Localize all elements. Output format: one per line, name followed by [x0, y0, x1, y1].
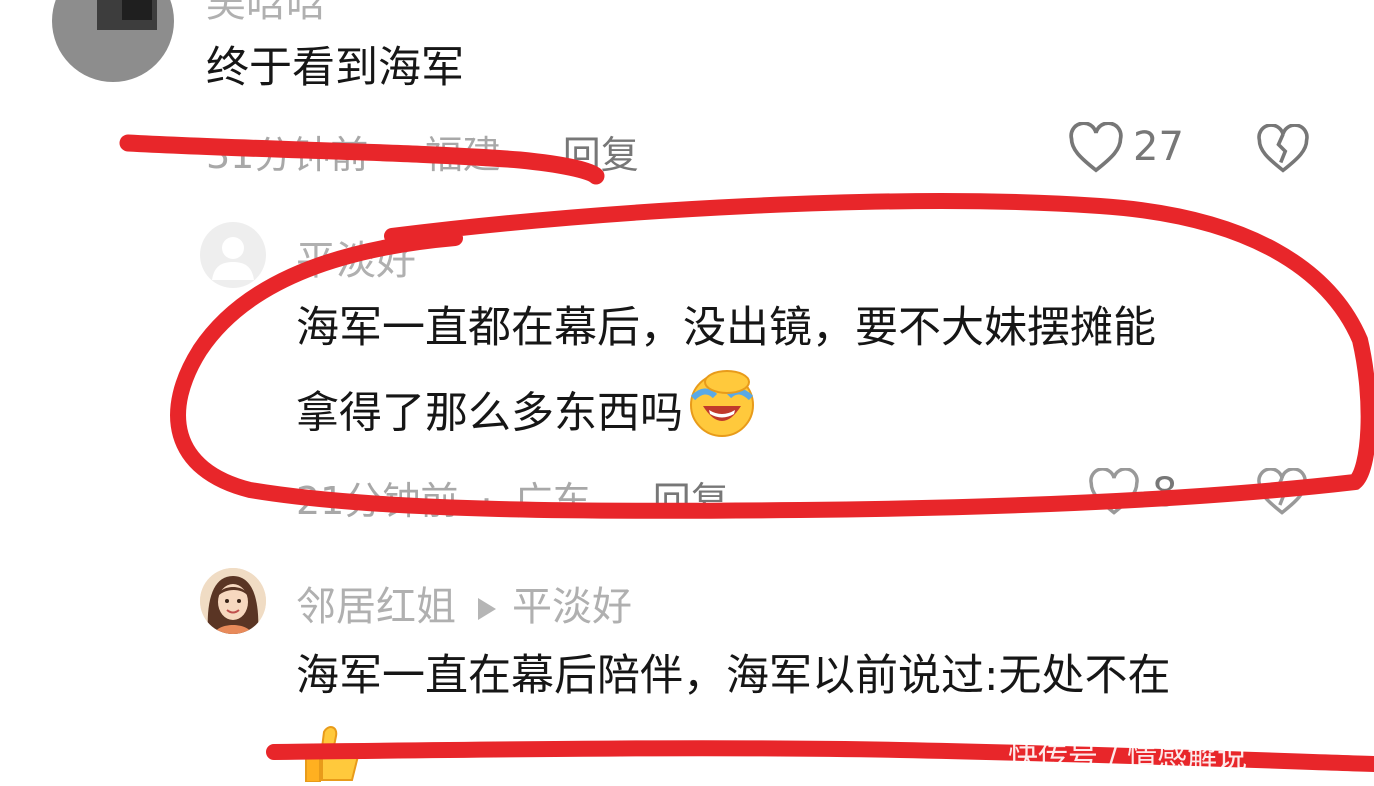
- comment-username[interactable]: 邻居红姐: [296, 584, 456, 630]
- girl-portrait-avatar: [200, 568, 266, 634]
- reply-button[interactable]: 回复: [653, 479, 729, 523]
- reply-to-username[interactable]: 平淡好: [512, 584, 632, 630]
- heart-outline-icon: [1089, 467, 1139, 515]
- meta-separator: ·: [480, 479, 493, 523]
- comment-time: 21分钟前: [296, 479, 459, 523]
- like-button[interactable]: [1068, 121, 1124, 178]
- broken-heart-icon: [1257, 467, 1307, 515]
- comment-meta: 31分钟前 · 福建 回复: [206, 124, 639, 179]
- dislike-button[interactable]: [1256, 123, 1310, 178]
- avatar[interactable]: [52, 0, 174, 82]
- comment-text-line2: 拿得了那么多东西吗: [296, 368, 757, 464]
- user-silhouette-icon: [212, 237, 254, 280]
- comment-text-line1: 海军一直都在幕后，没出镜，要不大妹摆摊能: [296, 303, 1156, 353]
- reply-button[interactable]: 回复: [563, 133, 639, 177]
- comment-location: 福建: [424, 133, 501, 177]
- thumbs-up-emoji: [300, 722, 364, 786]
- dislike-button[interactable]: [1256, 467, 1308, 520]
- comment-text-line2-text: 拿得了那么多东西吗: [296, 388, 683, 439]
- comment-location: 广东: [514, 479, 591, 523]
- heart-outline-icon: [1069, 121, 1123, 173]
- comment-meta: 21分钟前 · 广东 回复: [296, 470, 729, 525]
- avatar-photo-detail: [122, 0, 152, 20]
- avatar[interactable]: [200, 568, 266, 634]
- play-triangle-icon: [478, 598, 496, 620]
- broken-heart-icon: [1257, 123, 1309, 173]
- meta-separator: ·: [390, 133, 403, 177]
- like-button[interactable]: [1088, 467, 1140, 520]
- like-count: 8: [1152, 470, 1178, 516]
- like-count: 27: [1133, 124, 1184, 170]
- comment-text: 终于看到海军: [206, 43, 464, 93]
- laugh-cry-emoji: [687, 368, 757, 464]
- avatar-default[interactable]: [200, 222, 266, 288]
- comment-text: 海军一直在幕后陪伴，海军以前说过:无处不在: [296, 651, 1171, 701]
- comment-time: 31分钟前: [206, 133, 369, 177]
- reply-header: 邻居红姐 平淡好: [296, 574, 632, 632]
- watermark: 快传号 / 情感解说: [1008, 740, 1248, 775]
- comment-username[interactable]: 平淡好: [296, 228, 416, 286]
- comment-username[interactable]: 吴晗晗: [206, 0, 326, 28]
